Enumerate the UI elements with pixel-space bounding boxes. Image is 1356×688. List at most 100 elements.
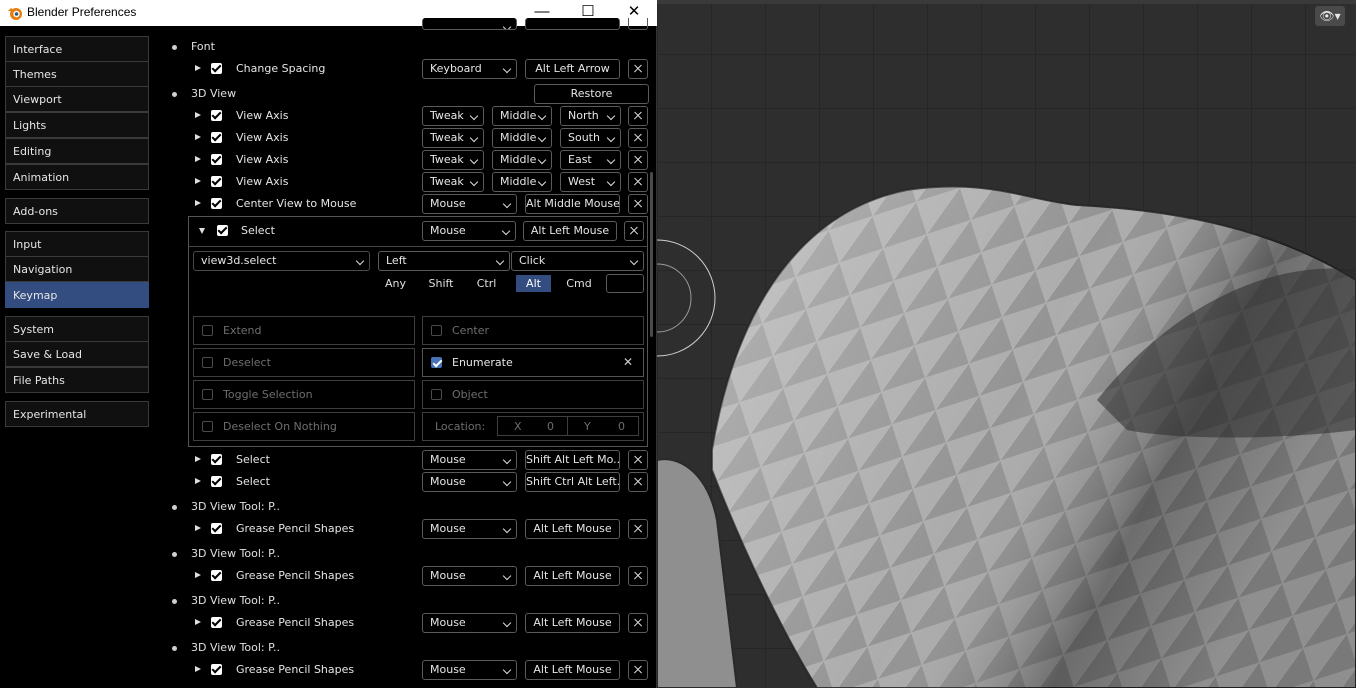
keymap-item-checkbox[interactable] bbox=[211, 63, 222, 74]
sidebar-item-keymap[interactable]: Keymap bbox=[5, 282, 149, 308]
checkbox[interactable] bbox=[431, 357, 442, 368]
input-type-dropdown[interactable]: Mouse bbox=[422, 519, 517, 539]
sidebar-item-editing[interactable]: Editing bbox=[5, 138, 149, 164]
location-x-field[interactable]: X 0 bbox=[497, 416, 568, 436]
remove-button[interactable] bbox=[628, 128, 648, 148]
checkbox[interactable] bbox=[431, 325, 442, 336]
sidebar-item-input[interactable]: Input bbox=[5, 231, 149, 257]
mouse-button-dropdown[interactable]: Middle bbox=[492, 128, 552, 148]
expand-arrow-icon[interactable] bbox=[195, 65, 201, 71]
prop-center[interactable]: Center bbox=[422, 316, 644, 345]
remove-button[interactable] bbox=[628, 18, 648, 30]
key-button[interactable]: Alt Left Mouse bbox=[523, 221, 617, 241]
direction-dropdown[interactable]: South bbox=[560, 128, 621, 148]
remove-button[interactable] bbox=[624, 221, 644, 241]
prop-deselect-on-nothing[interactable]: Deselect On Nothing bbox=[193, 412, 415, 441]
remove-button[interactable] bbox=[628, 519, 648, 539]
remove-button[interactable] bbox=[628, 472, 648, 492]
expand-arrow-icon[interactable] bbox=[195, 178, 201, 184]
remove-button[interactable] bbox=[628, 59, 648, 79]
prop-deselect[interactable]: Deselect bbox=[193, 348, 415, 377]
input-type-dropdown[interactable] bbox=[422, 18, 517, 30]
sidebar-item-experimental[interactable]: Experimental bbox=[5, 401, 149, 427]
expand-arrow-icon[interactable] bbox=[195, 666, 201, 672]
prop-object[interactable]: Object bbox=[422, 380, 644, 409]
checkbox[interactable] bbox=[431, 389, 442, 400]
eye-icon[interactable]: 👁▾ bbox=[1315, 6, 1345, 26]
keymap-item-checkbox[interactable] bbox=[211, 110, 222, 121]
restore-button[interactable]: Restore bbox=[534, 84, 649, 104]
input-type-dropdown[interactable]: Mouse bbox=[422, 613, 517, 633]
input-type-dropdown[interactable]: Mouse bbox=[422, 660, 517, 680]
input-type-dropdown[interactable]: Tweak bbox=[422, 106, 484, 126]
remove-button[interactable] bbox=[628, 450, 648, 470]
sidebar-item-viewport[interactable]: Viewport bbox=[5, 86, 149, 112]
expand-arrow-icon[interactable] bbox=[195, 134, 201, 140]
input-type-dropdown[interactable]: Mouse bbox=[422, 221, 516, 241]
sidebar-item-addons[interactable]: Add-ons bbox=[5, 198, 149, 224]
input-type-dropdown[interactable]: Mouse bbox=[422, 472, 517, 492]
remove-button[interactable] bbox=[628, 660, 648, 680]
checkbox[interactable] bbox=[202, 357, 213, 368]
sidebar-item-lights[interactable]: Lights bbox=[5, 112, 149, 138]
key-button[interactable]: Alt Left Arrow bbox=[525, 59, 620, 79]
sidebar-item-save-load[interactable]: Save & Load bbox=[5, 341, 149, 367]
key-button[interactable]: Alt Left Mouse bbox=[525, 613, 620, 633]
reset-icon[interactable]: ✕ bbox=[623, 355, 633, 369]
input-type-dropdown[interactable]: Tweak bbox=[422, 150, 484, 170]
keymap-item-checkbox[interactable] bbox=[211, 154, 222, 165]
key-button[interactable]: Shift Ctrl Alt Left... bbox=[525, 472, 620, 492]
expand-arrow-icon[interactable] bbox=[195, 619, 201, 625]
remove-button[interactable] bbox=[628, 106, 648, 126]
remove-button[interactable] bbox=[628, 613, 648, 633]
remove-button[interactable] bbox=[628, 194, 648, 214]
expand-arrow-icon[interactable] bbox=[195, 112, 201, 118]
input-type-dropdown[interactable]: Tweak bbox=[422, 172, 484, 192]
keymap-item-checkbox[interactable] bbox=[211, 476, 222, 487]
expand-arrow-icon[interactable] bbox=[195, 525, 201, 531]
input-type-dropdown[interactable]: Keyboard bbox=[422, 59, 517, 79]
modifier-shift-toggle[interactable]: Shift bbox=[423, 275, 459, 292]
key-button[interactable]: Alt Middle Mouse bbox=[525, 194, 620, 214]
remove-button[interactable] bbox=[628, 150, 648, 170]
input-type-dropdown[interactable]: Mouse bbox=[422, 194, 517, 214]
mouse-button-dropdown[interactable]: Middle bbox=[492, 150, 552, 170]
key-button[interactable]: Alt Left Mouse bbox=[525, 566, 620, 586]
keymap-item-checkbox[interactable] bbox=[211, 664, 222, 675]
modifier-any-toggle[interactable]: Any bbox=[378, 275, 413, 292]
remove-button[interactable] bbox=[628, 172, 648, 192]
prop-toggle-selection[interactable]: Toggle Selection bbox=[193, 380, 415, 409]
expand-arrow-icon[interactable] bbox=[195, 478, 201, 484]
sidebar-item-interface[interactable]: Interface bbox=[5, 36, 149, 62]
checkbox[interactable] bbox=[202, 421, 213, 432]
3d-viewport[interactable]: 👁▾ bbox=[657, 0, 1356, 688]
prop-enumerate[interactable]: Enumerate ✕ bbox=[422, 348, 644, 377]
sidebar-item-animation[interactable]: Animation bbox=[5, 164, 149, 190]
mouse-button-dropdown[interactable]: Left bbox=[378, 251, 510, 271]
expand-arrow-icon[interactable] bbox=[195, 156, 201, 162]
input-type-dropdown[interactable]: Mouse bbox=[422, 566, 517, 586]
location-y-field[interactable]: Y 0 bbox=[567, 416, 639, 436]
mouse-button-dropdown[interactable]: Middle bbox=[492, 172, 552, 192]
mouse-button-dropdown[interactable]: Middle bbox=[492, 106, 552, 126]
sidebar-item-navigation[interactable]: Navigation bbox=[5, 256, 149, 282]
keymap-item-checkbox[interactable] bbox=[211, 132, 222, 143]
key-button[interactable] bbox=[525, 18, 620, 30]
keymap-item-checkbox[interactable] bbox=[211, 617, 222, 628]
event-type-dropdown[interactable]: Click bbox=[511, 251, 644, 271]
input-type-dropdown[interactable]: Tweak bbox=[422, 128, 484, 148]
remove-button[interactable] bbox=[628, 566, 648, 586]
direction-dropdown[interactable]: East bbox=[560, 150, 621, 170]
keymap-item-checkbox[interactable] bbox=[211, 198, 222, 209]
key-button[interactable]: Alt Left Mouse bbox=[525, 660, 620, 680]
sidebar-item-file-paths[interactable]: File Paths bbox=[5, 367, 149, 393]
keymap-item-checkbox[interactable] bbox=[211, 523, 222, 534]
scrollbar[interactable] bbox=[650, 172, 653, 337]
expand-arrow-icon[interactable] bbox=[195, 200, 201, 206]
input-type-dropdown[interactable]: Mouse bbox=[422, 450, 517, 470]
key-modifier-field[interactable] bbox=[606, 274, 644, 293]
modifier-alt-toggle[interactable]: Alt bbox=[516, 275, 551, 292]
expand-arrow-icon[interactable] bbox=[195, 456, 201, 462]
modifier-ctrl-toggle[interactable]: Ctrl bbox=[470, 275, 503, 292]
operator-field[interactable]: view3d.select bbox=[193, 251, 370, 271]
